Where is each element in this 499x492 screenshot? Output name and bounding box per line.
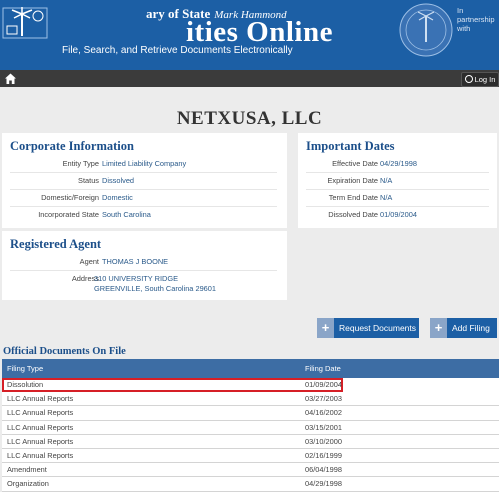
field-value: Dissolved [102,176,135,185]
filing-date-cell: 01/09/2004 [305,380,342,389]
site-banner: ary of State Mark Hammond ities Online Fi… [0,0,499,70]
palmetto-logo-icon [2,7,48,39]
state-seal-icon [399,3,453,57]
banner-tagline: File, Search, and Retrieve Documents Ele… [62,45,293,56]
column-header-filing-date[interactable]: Filing Date [305,359,341,378]
request-documents-button[interactable]: + Request Documents [317,318,419,338]
field-row-expiration-date: Expiration Date N/A [306,172,489,190]
field-value: Domestic [102,193,133,202]
request-documents-label: Request Documents [339,323,417,333]
field-label: Term End Date [328,193,378,202]
table-row[interactable]: LLC Annual Reports 02/16/1999 [2,449,499,464]
field-row-incorporated-state: Incorporated State South Carolina [10,206,277,223]
address-line-1: 310 UNIVERSITY RIDGE [94,274,179,283]
field-value: South Carolina [102,210,151,219]
login-button[interactable]: Log In [461,72,499,87]
filing-type-cell: LLC Annual Reports [7,450,74,460]
table-row[interactable]: LLC Annual Reports 03/27/2003 [2,392,499,407]
login-label: Log In [474,75,496,84]
corporate-info-heading: Corporate Information [10,139,134,153]
lock-icon [464,75,473,83]
field-value: THOMAS J BOONE [102,257,169,266]
table-row[interactable]: Amendment 06/04/1998 [2,463,499,478]
field-value: Limited Liability Company [102,159,187,168]
filing-date-cell: 04/29/1998 [305,479,342,489]
field-row-term-end-date: Term End Date N/A [306,189,489,207]
documents-table: Filing Type Filing Date Dissolution 01/0… [2,359,499,492]
filing-type-cell: LLC Annual Reports [7,436,74,446]
filing-date-cell: 03/27/2003 [305,394,342,404]
corporate-info-panel: Corporate Information Entity Type Limite… [2,133,287,228]
field-row-entity-type: Entity Type Limited Liability Company [10,155,277,173]
filing-type-cell: Organization [7,479,49,489]
registered-agent-panel: Registered Agent Agent THOMAS J BOONE Ad… [2,231,287,300]
home-icon[interactable] [4,72,17,85]
field-label: Agent [79,257,99,266]
table-row[interactable]: Organization 04/29/1998 [2,477,499,492]
field-row-effective-date: Effective Date 04/29/1998 [306,155,489,173]
documents-heading: Official Documents On File [3,346,126,357]
top-nav-bar: Log In [0,70,499,87]
field-label: Expiration Date [327,176,378,185]
registered-agent-heading: Registered Agent [10,237,102,251]
filing-date-cell: 03/15/2001 [305,422,342,432]
field-value: N/A [380,176,393,185]
field-value: N/A [380,193,393,202]
filing-type-cell: Dissolution [7,380,44,389]
field-label: Entity Type [62,159,99,168]
address-line-2: GREENVILLE, South Carolina 29601 [94,284,217,293]
filing-type-cell: LLC Annual Reports [7,394,74,404]
company-name-title: NETXUSA, LLC [176,108,323,129]
banner-partner-text: In partnership with [457,6,495,33]
field-label: Effective Date [332,159,378,168]
field-row-agent: Agent THOMAS J BOONE [10,253,277,271]
add-filing-label: Add Filing [452,323,490,333]
column-header-filing-type[interactable]: Filing Type [7,359,43,378]
important-dates-heading: Important Dates [306,139,395,153]
field-label: Status [78,176,99,185]
field-value: 04/29/1998 [380,159,417,168]
field-row-dissolved-date: Dissolved Date 01/09/2004 [306,206,489,223]
filing-type-cell: LLC Annual Reports [7,408,74,418]
filing-type-cell: Amendment [7,465,47,475]
filing-date-cell: 04/16/2002 [305,408,342,418]
filing-date-cell: 02/16/1999 [305,450,342,460]
field-label: Incorporated State [38,210,99,219]
plus-icon: + [430,318,447,338]
field-label: Dissolved Date [328,210,378,219]
field-row-status: Status Dissolved [10,172,277,190]
documents-table-header: Filing Type Filing Date [2,359,499,378]
important-dates-panel: Important Dates Effective Date 04/29/199… [298,133,497,228]
field-label: Domestic/Foreign [41,193,99,202]
add-filing-button[interactable]: + Add Filing [430,318,497,338]
field-row-domestic-foreign: Domestic/Foreign Domestic [10,189,277,207]
filing-date-cell: 06/04/1998 [305,465,342,475]
table-row[interactable]: LLC Annual Reports 03/15/2001 [2,421,499,435]
filing-type-cell: LLC Annual Reports [7,422,74,432]
filing-date-cell: 03/10/2000 [305,436,342,446]
table-row[interactable]: LLC Annual Reports 03/10/2000 [2,435,499,449]
table-row[interactable]: LLC Annual Reports 04/16/2002 [2,406,499,421]
plus-icon: + [317,318,334,338]
table-row[interactable]: Dissolution 01/09/2004 [2,378,343,393]
field-value: 01/09/2004 [380,210,417,219]
